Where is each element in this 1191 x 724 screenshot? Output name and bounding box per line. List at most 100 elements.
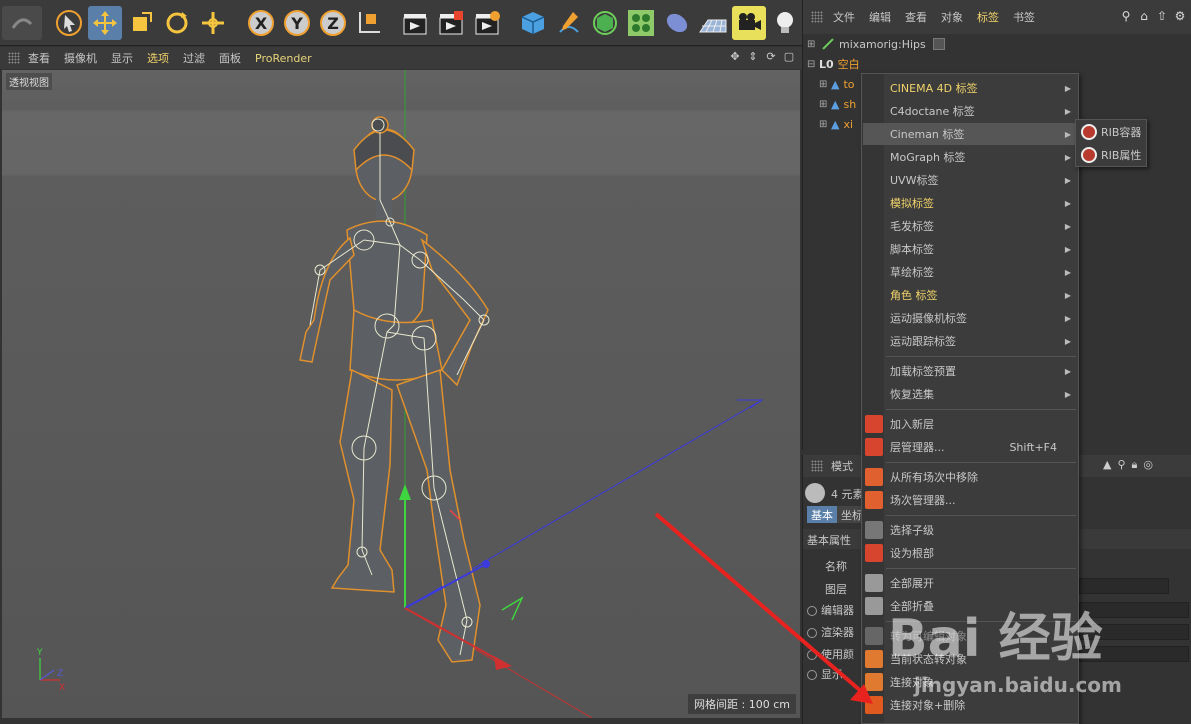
object-row[interactable]: ⊞ ▲ sh (819, 94, 856, 114)
render-settings-button[interactable] (470, 6, 504, 40)
menu-item[interactable]: 运动跟踪标签 ▶ (863, 330, 1077, 352)
tab-basic[interactable]: 基本 (807, 506, 837, 523)
submenu-arrow-icon: ▶ (1064, 290, 1071, 300)
menu-item[interactable]: 模拟标签 ▶ (863, 192, 1077, 214)
expand-icon[interactable]: ⊞ (819, 79, 829, 90)
coordinate-system-button[interactable] (352, 6, 386, 40)
deformer-button[interactable] (660, 6, 694, 40)
menu-item[interactable]: 毛发标签 ▶ (863, 215, 1077, 237)
x-axis-lock-button[interactable]: X (244, 6, 278, 40)
render-view-button[interactable] (398, 6, 432, 40)
move-tool-button[interactable] (88, 6, 122, 40)
menu-item[interactable]: Cineman 标签 ▶ (863, 123, 1077, 145)
attr-menu-mode[interactable]: 模式 (831, 458, 853, 474)
home-icon[interactable]: ⌂ (1137, 9, 1151, 23)
menu-item[interactable]: UVW标签 ▶ (863, 169, 1077, 191)
menu-item[interactable]: 脚本标签 ▶ (863, 238, 1077, 260)
select-tool-button[interactable] (52, 6, 86, 40)
target-icon[interactable]: ◎ (1143, 458, 1153, 472)
menu-item[interactable]: C4doctane 标签 ▶ (863, 100, 1077, 122)
option-display[interactable]: 显示 (807, 666, 843, 682)
expand-icon[interactable]: ⊞ (819, 119, 829, 130)
maximize-icon[interactable]: ▢ (782, 50, 796, 64)
collapse-icon[interactable]: ⊟ (807, 59, 817, 70)
submenu-item-label: RIB容器 (1101, 126, 1142, 139)
om-menu-bookmarks[interactable]: 书签 (1013, 9, 1035, 25)
remove-take-icon (865, 468, 883, 486)
dolly-icon[interactable]: ⇕ (746, 50, 760, 64)
lock-icon[interactable]: 🔒︎ (1132, 458, 1138, 472)
object-row[interactable]: ⊞ ▲ xi (819, 114, 853, 134)
om-menu-view[interactable]: 查看 (905, 9, 927, 25)
z-axis-lock-button[interactable]: Z (316, 6, 350, 40)
connect-icon (865, 673, 883, 691)
layer-field[interactable] (1079, 578, 1169, 594)
back-arrow-icon[interactable]: ▲ (1103, 458, 1111, 472)
menu-item[interactable]: 加入新层 (863, 413, 1077, 435)
menu-item[interactable]: 场次管理器... (863, 489, 1077, 511)
viewport-menu-camera[interactable]: 摄像机 (64, 50, 97, 66)
menu-item[interactable]: 运动摄像机标签 ▶ (863, 307, 1077, 329)
viewport-menu-view[interactable]: 查看 (28, 50, 50, 66)
floor-button[interactable] (696, 6, 730, 40)
submenu-arrow-icon: ▶ (1064, 198, 1071, 208)
viewport-menu-filter[interactable]: 过滤 (183, 50, 205, 66)
grip-handle-icon[interactable] (811, 11, 823, 23)
menu-item[interactable]: CINEMA 4D 标签 ▶ (863, 77, 1077, 99)
expand-icon[interactable]: ⊞ (819, 99, 829, 110)
option-use-color[interactable]: 使用颜 (807, 646, 854, 662)
grip-handle-icon[interactable] (811, 460, 823, 472)
menu-item[interactable]: 设为根部 (863, 542, 1077, 564)
menu-item[interactable]: 草绘标签 ▶ (863, 261, 1077, 283)
object-row[interactable]: ⊟ L0 空白 (807, 54, 860, 74)
up-icon[interactable]: ⇧ (1155, 9, 1169, 23)
cube-object-button[interactable] (516, 6, 550, 40)
object-row[interactable]: ⊞ ▲ to (819, 74, 855, 94)
cloner-button[interactable] (624, 6, 658, 40)
menu-item-label: 从所有场次中移除 (890, 471, 978, 484)
visibility-toggle[interactable] (933, 38, 945, 50)
rotate-tool-button[interactable] (160, 6, 194, 40)
menu-item[interactable]: 连接对象+删除 (863, 694, 1077, 716)
menu-item[interactable]: MoGraph 标签 ▶ (863, 146, 1077, 168)
viewport-menu-display[interactable]: 显示 (111, 50, 133, 66)
light-button[interactable] (768, 6, 802, 40)
menu-item[interactable]: 全部展开 (863, 572, 1077, 594)
menu-item[interactable]: 层管理器... Shift+F4 (863, 436, 1077, 458)
om-menu-objects[interactable]: 对象 (941, 9, 963, 25)
pan-icon[interactable]: ✥ (728, 50, 742, 64)
pen-spline-button[interactable] (552, 6, 586, 40)
transform-tool-button[interactable] (196, 6, 230, 40)
submenu-item-rib-attributes[interactable]: RIB属性 (1078, 144, 1146, 166)
menu-item[interactable]: 选择子级 (863, 519, 1077, 541)
scale-tool-button[interactable] (124, 6, 158, 40)
menu-item[interactable]: 从所有场次中移除 (863, 466, 1077, 488)
perspective-viewport[interactable]: Y Z X 透视视图 网格间距 : 100 cm (2, 70, 800, 718)
camera-button[interactable] (732, 6, 766, 40)
option-renderer[interactable]: 渲染器 (807, 624, 854, 640)
render-picture-viewer-button[interactable] (434, 6, 468, 40)
cursor-icon (56, 10, 82, 36)
viewport-menu-prorender[interactable]: ProRender (255, 52, 312, 65)
orbit-icon[interactable]: ⟳ (764, 50, 778, 64)
filter-icon[interactable]: ⚙ (1173, 9, 1187, 23)
expand-icon[interactable]: ⊞ (807, 39, 817, 50)
option-editor[interactable]: 编辑器 (807, 602, 854, 618)
object-row[interactable]: ⊞ mixamorig:Hips (807, 34, 945, 54)
multi-object-icon (805, 483, 825, 503)
search-icon[interactable]: ⚲ (1119, 9, 1133, 23)
submenu-item-rib-container[interactable]: RIB容器 (1078, 121, 1146, 143)
grip-handle-icon[interactable] (8, 52, 20, 64)
subdivision-button[interactable] (588, 6, 622, 40)
om-menu-edit[interactable]: 编辑 (869, 9, 891, 25)
om-menu-tags[interactable]: 标签 (977, 9, 999, 25)
menu-item[interactable]: 加载标签预置 ▶ (863, 360, 1077, 382)
undo-redo-group[interactable] (2, 6, 42, 40)
search-icon[interactable]: ⚲ (1117, 458, 1125, 472)
menu-item[interactable]: 恢复选集 ▶ (863, 383, 1077, 405)
menu-item[interactable]: 角色 标签 ▶ (863, 284, 1077, 306)
om-menu-file[interactable]: 文件 (833, 9, 855, 25)
viewport-menu-panel[interactable]: 面板 (219, 50, 241, 66)
viewport-menu-options[interactable]: 选项 (147, 50, 169, 66)
y-axis-lock-button[interactable]: Y (280, 6, 314, 40)
